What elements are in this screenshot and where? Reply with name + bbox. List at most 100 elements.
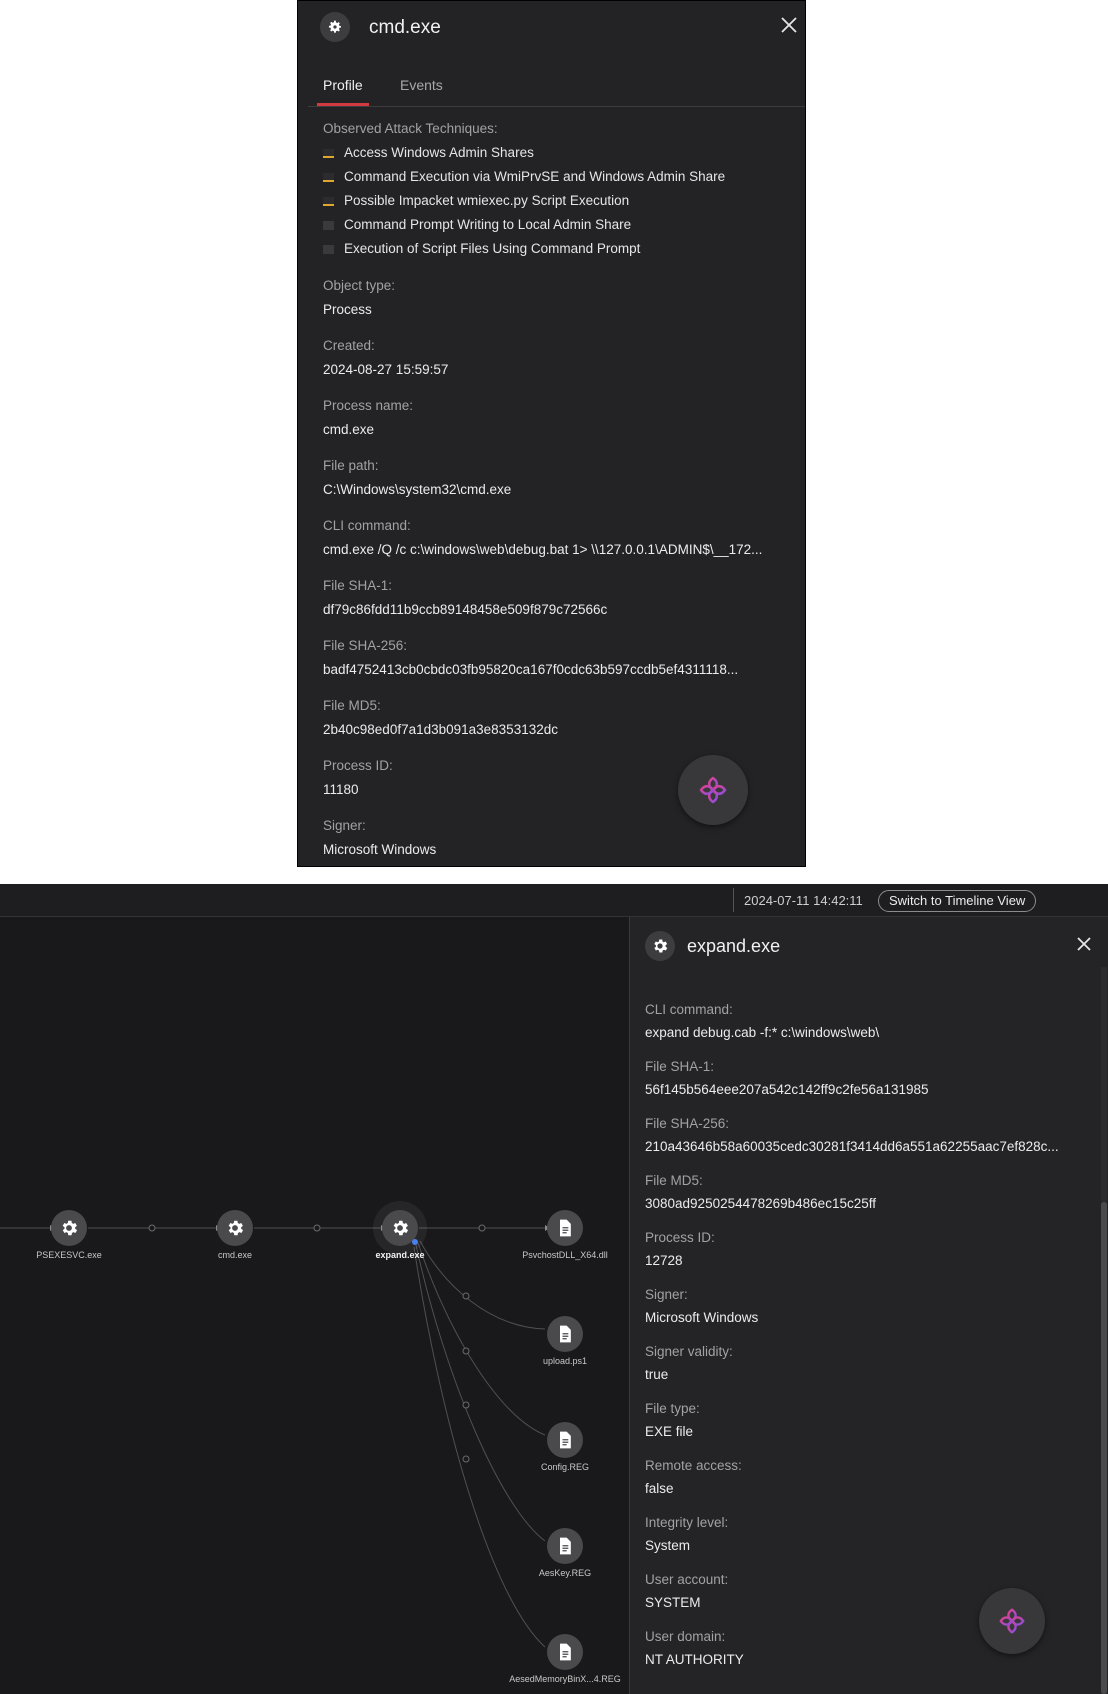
- field-label-signer: Signer:: [645, 1287, 688, 1302]
- edge-midpoint: [462, 1292, 470, 1300]
- technique-item[interactable]: Possible Impacket wmiexec.py Script Exec…: [323, 193, 629, 208]
- field-label-remote-access: Remote access:: [645, 1458, 742, 1473]
- technique-item[interactable]: Command Execution via WmiPrvSE and Windo…: [323, 169, 725, 184]
- graph-edges: [0, 1224, 550, 1648]
- panel-title: cmd.exe: [369, 17, 441, 38]
- field-value-process-name: cmd.exe: [323, 422, 375, 437]
- ai-assistant-icon: [999, 1608, 1025, 1634]
- edge-midpoint: [313, 1224, 321, 1232]
- process-gear-icon: [645, 931, 675, 961]
- field-value-process-id: 12728: [645, 1253, 683, 1268]
- field-label-object-type: Object type:: [323, 278, 396, 293]
- graph-edge: [417, 1242, 546, 1436]
- graph-node-file[interactable]: [547, 1210, 583, 1246]
- technique-item[interactable]: Execution of Script Files Using Command …: [323, 241, 640, 256]
- field-value-remote-access: false: [645, 1481, 674, 1496]
- field-value-sha1: df79c86fdd11b9ccb89148458e509f879c72566c: [323, 602, 608, 617]
- field-value-signer: Microsoft Windows: [323, 842, 437, 857]
- severity-warning-icon: [323, 196, 334, 206]
- field-value-cli-command: cmd.exe /Q /c c:\windows\web\debug.bat 1…: [323, 542, 763, 557]
- field-label-file-type: File type:: [645, 1401, 700, 1416]
- field-label-integrity-level: Integrity level:: [645, 1515, 729, 1530]
- graph-node-expand-selected[interactable]: [382, 1210, 418, 1246]
- ai-assistant-icon: [699, 776, 727, 804]
- field-label-sha256: File SHA-256:: [323, 638, 408, 653]
- node-label: PSEXESVC.exe: [36, 1250, 102, 1260]
- edge-midpoint: [462, 1347, 470, 1355]
- field-value-process-id: 11180: [323, 782, 359, 797]
- close-icon[interactable]: [1075, 935, 1093, 953]
- field-value-md5: 3080ad9250254478269b486ec15c25ff: [645, 1196, 876, 1211]
- process-graph-canvas[interactable]: PSEXESVC.exe cmd.exe expand.exe Psvchost…: [0, 917, 628, 1694]
- field-value-sha256: 210a43646b58a60035cedc30281f3414dd6a551a…: [645, 1139, 1059, 1154]
- node-label: cmd.exe: [217, 1250, 253, 1260]
- process-details-panel-top: cmd.exe Profile Events Observed Attack T…: [297, 0, 806, 867]
- node-label: AesedMemoryBinX...4.REG: [509, 1674, 621, 1684]
- field-label-user-account: User account:: [645, 1572, 729, 1587]
- graph-node-file[interactable]: [547, 1634, 583, 1670]
- gear-icon: [62, 1220, 78, 1236]
- technique-item[interactable]: Command Prompt Writing to Local Admin Sh…: [323, 217, 631, 232]
- tab-profile[interactable]: Profile: [317, 77, 369, 106]
- severity-low-icon: [323, 220, 334, 230]
- panel-title: expand.exe: [687, 936, 781, 956]
- field-value-md5: 2b40c98ed0f7a1d3b091a3e8353132dc: [323, 722, 558, 737]
- field-label-process-name: Process name:: [323, 398, 414, 413]
- graph-node-psexesvc[interactable]: [51, 1210, 87, 1246]
- file-icon: [560, 1219, 571, 1237]
- field-label-file-path: File path:: [323, 458, 379, 473]
- gear-icon: [393, 1220, 409, 1236]
- graph-node-cmd[interactable]: [217, 1210, 253, 1246]
- edge-midpoint: [462, 1455, 470, 1463]
- field-label-sha1: File SHA-1:: [323, 578, 393, 593]
- techniques-label: Observed Attack Techniques:: [323, 121, 498, 136]
- process-graph-view: 2024-07-11 14:42:11 Switch to Timeline V…: [0, 884, 1108, 1694]
- field-value-signer: Microsoft Windows: [645, 1310, 759, 1325]
- field-label-process-id: Process ID:: [323, 758, 393, 773]
- node-label: Config.REG: [540, 1462, 590, 1472]
- field-value-object-type: Process: [323, 302, 372, 317]
- file-icon: [560, 1325, 571, 1343]
- scrollbar-thumb[interactable]: [1101, 1202, 1107, 1694]
- file-icon: [560, 1643, 571, 1661]
- node-label: expand.exe: [375, 1250, 425, 1260]
- graph-node-file[interactable]: [547, 1528, 583, 1564]
- field-value-signer-validity: true: [645, 1367, 669, 1382]
- field-label-cli-command: CLI command:: [645, 1002, 733, 1017]
- field-value-user-account: SYSTEM: [645, 1595, 701, 1610]
- edge-midpoint: [478, 1224, 486, 1232]
- close-icon[interactable]: [780, 16, 798, 34]
- gear-icon: [228, 1220, 244, 1236]
- field-value-sha1: 56f145b564eee207a542c142ff9c2fe56a131985: [645, 1082, 929, 1097]
- field-value-integrity-level: System: [645, 1538, 691, 1553]
- graph-node-file[interactable]: [547, 1422, 583, 1458]
- field-label-md5: File MD5:: [645, 1173, 703, 1188]
- switch-to-timeline-button[interactable]: Switch to Timeline View: [878, 890, 1037, 912]
- field-label-sha256: File SHA-256:: [645, 1116, 730, 1131]
- tab-events[interactable]: Events: [394, 77, 449, 105]
- technique-item[interactable]: Access Windows Admin Shares: [323, 145, 534, 160]
- field-value-file-type: EXE file: [645, 1424, 694, 1439]
- field-label-signer: Signer:: [323, 818, 366, 833]
- ai-assistant-button[interactable]: [678, 755, 748, 825]
- node-label: PsvchostDLL_X64.dll: [522, 1250, 608, 1260]
- node-label: upload.ps1: [542, 1356, 588, 1366]
- field-value-sha256: badf4752413cb0cbdc03fb95820ca167f0cdc63b…: [323, 662, 739, 677]
- field-value-file-path: C:\Windows\system32\cmd.exe: [323, 482, 512, 497]
- node-label: AesKey.REG: [538, 1568, 592, 1578]
- edge-midpoint: [148, 1224, 156, 1232]
- severity-low-icon: [323, 244, 334, 254]
- graph-node-file[interactable]: [547, 1316, 583, 1352]
- graph-toolbar: 2024-07-11 14:42:11 Switch to Timeline V…: [0, 884, 1108, 917]
- field-label-signer-validity: Signer validity:: [645, 1344, 733, 1359]
- file-icon: [560, 1537, 571, 1555]
- ai-assistant-button[interactable]: [979, 1588, 1045, 1654]
- file-icon: [560, 1431, 571, 1449]
- field-value-cli-command: expand debug.cab -f:* c:\windows\web\: [645, 1025, 880, 1040]
- process-gear-icon: [320, 12, 350, 42]
- field-label-process-id: Process ID:: [645, 1230, 715, 1245]
- field-value-created: 2024-08-27 15:59:57: [323, 362, 449, 377]
- tab-bar: Profile Events: [308, 65, 805, 107]
- field-label-created: Created:: [323, 338, 375, 353]
- severity-warning-icon: [323, 172, 334, 182]
